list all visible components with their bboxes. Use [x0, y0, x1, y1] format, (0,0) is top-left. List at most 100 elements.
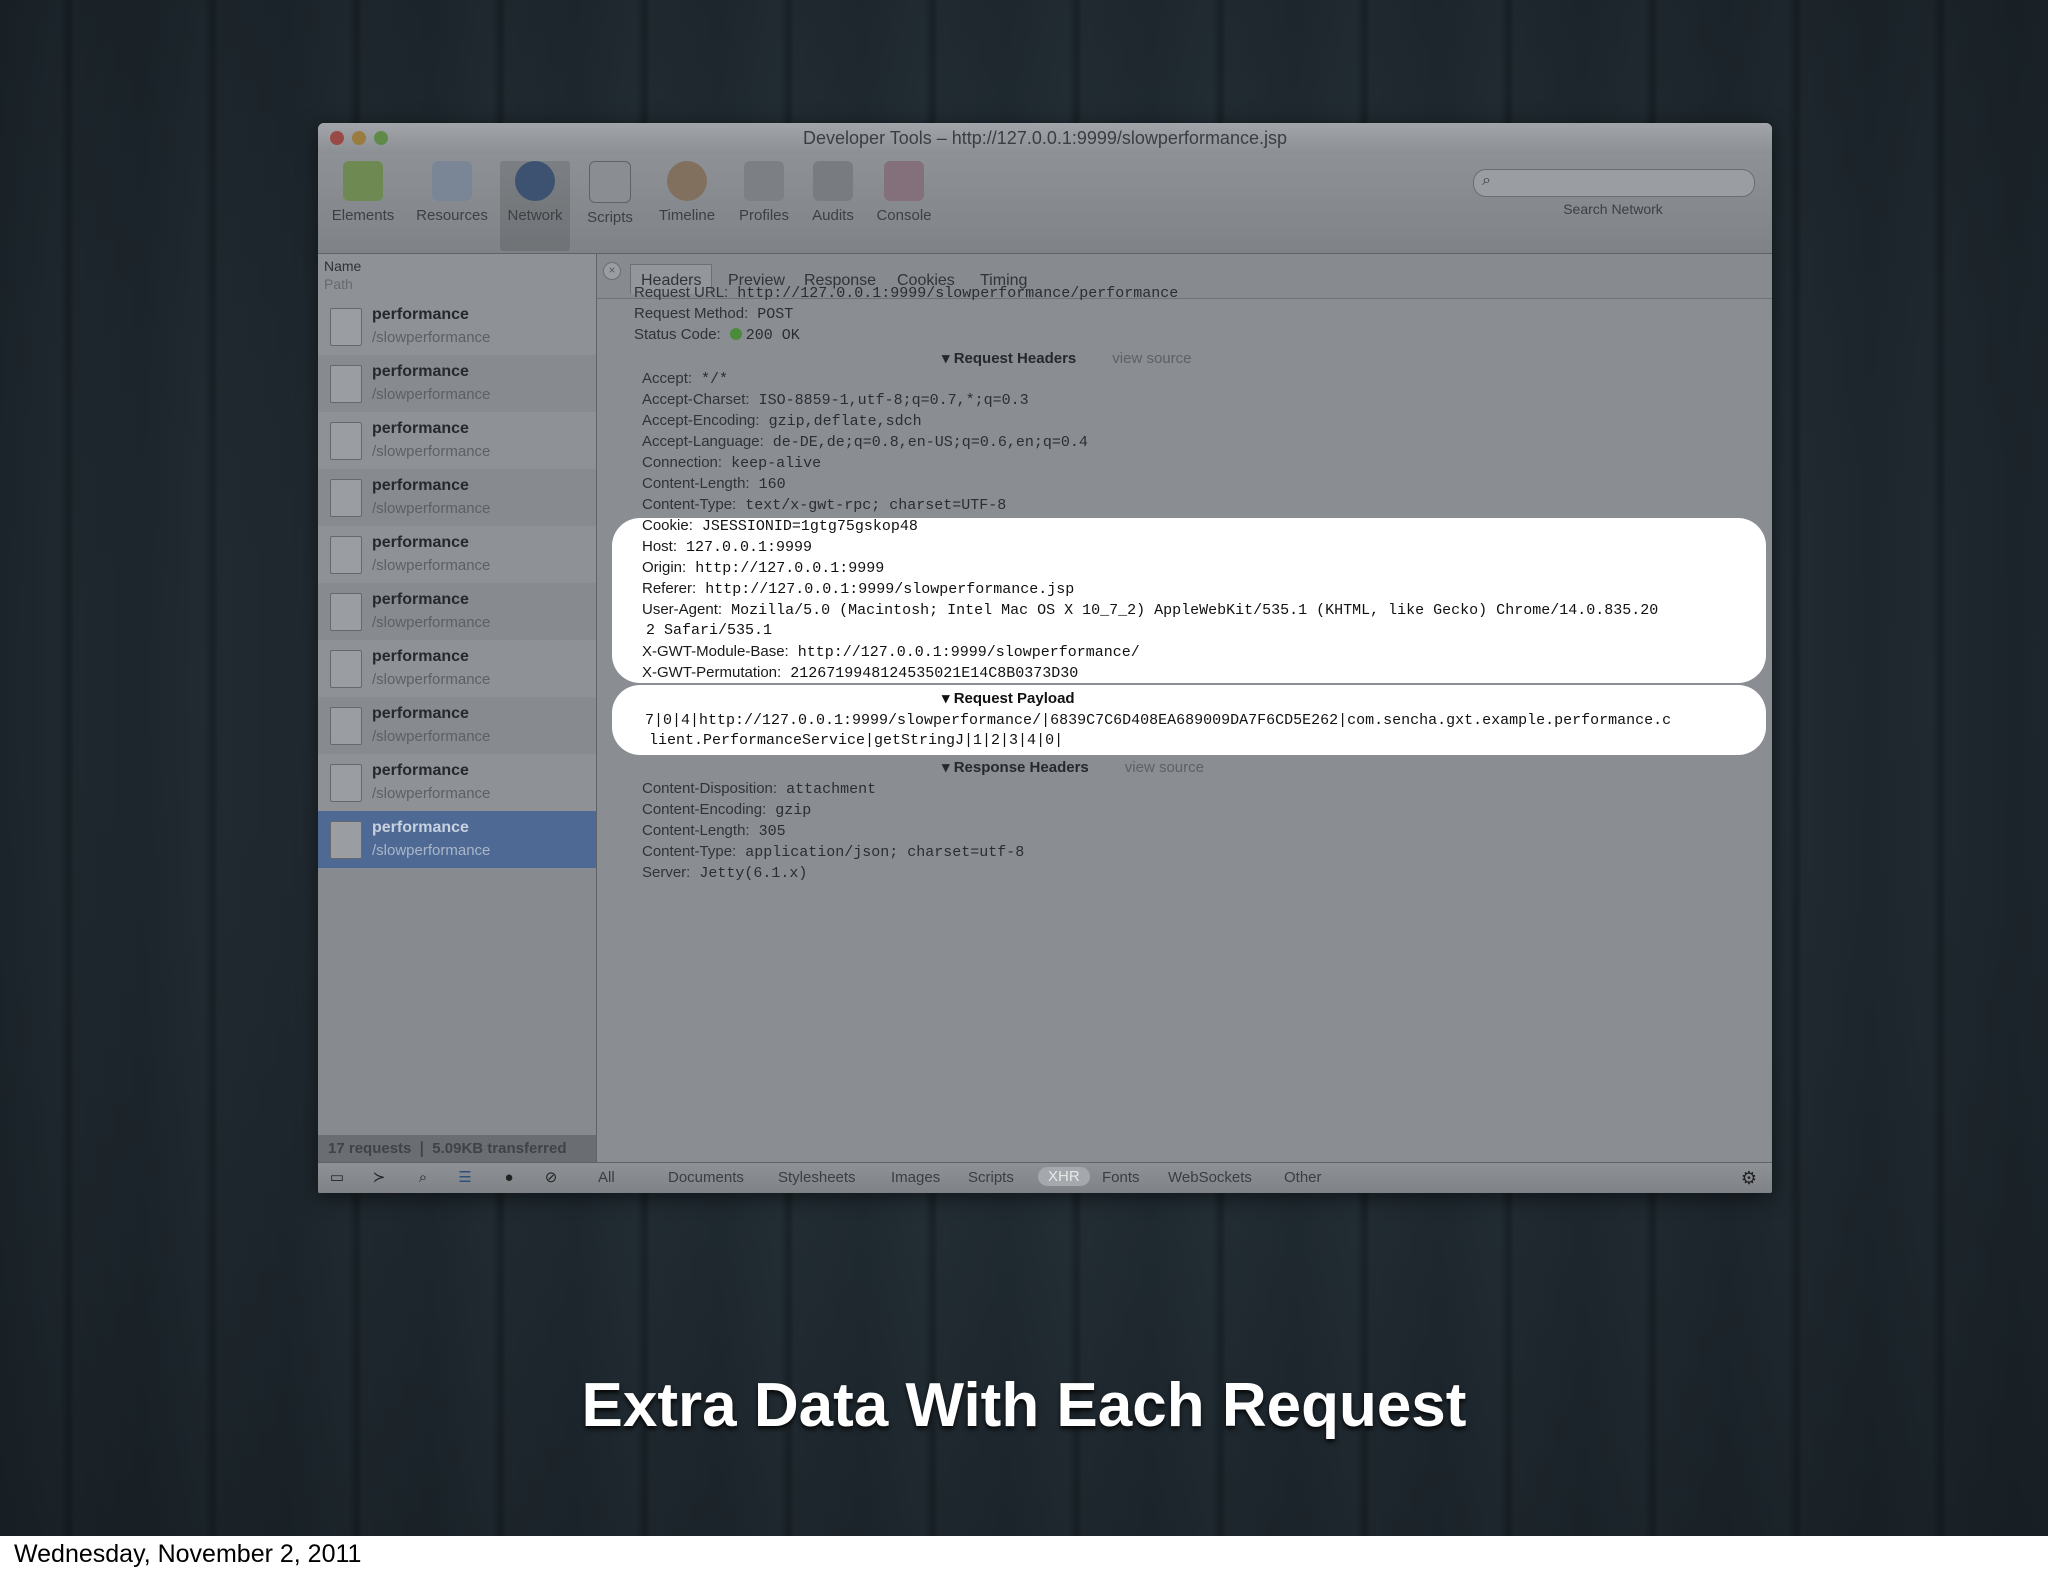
document-icon: [330, 707, 362, 745]
audits-icon: [813, 161, 853, 201]
toolbar-audits[interactable]: Audits: [804, 161, 862, 224]
toolbar: Elements Resources Network Scripts Timel…: [318, 153, 1772, 254]
header-value: http://127.0.0.1:9999: [695, 560, 885, 577]
close-detail-icon[interactable]: ×: [603, 262, 621, 280]
request-header-line: Cookie: JSESSIONID=1gtg75gskop48: [642, 517, 918, 535]
network-icon: [515, 161, 555, 201]
request-path: /slowperformance: [372, 785, 491, 802]
filter-websockets[interactable]: WebSockets: [1168, 1169, 1252, 1186]
request-row[interactable]: performance/slowperformance: [318, 526, 596, 583]
disclosure-triangle-icon[interactable]: ▾: [942, 690, 954, 707]
request-path: /slowperformance: [372, 671, 491, 688]
request-row[interactable]: performance/slowperformance: [318, 811, 596, 868]
toolbar-timeline[interactable]: Timeline: [650, 161, 724, 224]
request-name: performance: [372, 705, 469, 722]
request-header-line: 2 Safari/535.1: [646, 622, 772, 639]
elements-icon: [343, 161, 383, 201]
header-key: Content-Encoding:: [642, 801, 767, 818]
request-row[interactable]: performance/slowperformance: [318, 583, 596, 640]
header-key: X-GWT-Module-Base:: [642, 643, 789, 660]
header-key: X-GWT-Permutation:: [642, 664, 782, 681]
toolbar-profiles[interactable]: Profiles: [732, 161, 796, 224]
header-value: 127.0.0.1:9999: [686, 539, 813, 556]
dock-icon[interactable]: ▭: [328, 1169, 346, 1187]
status-code: Status Code: 200 OK: [634, 326, 800, 344]
toolbar-network[interactable]: Network: [500, 161, 570, 251]
search-network-input[interactable]: ⌕: [1473, 169, 1755, 197]
header-value: Mozilla/5.0 (Macintosh; Intel Mac OS X 1…: [731, 602, 1659, 619]
clear-icon[interactable]: ⊘: [542, 1169, 560, 1187]
header-value: 305: [758, 823, 786, 840]
toolbar-resources[interactable]: Resources: [412, 161, 492, 224]
header-value: 160: [758, 476, 786, 493]
request-name: performance: [372, 477, 469, 494]
request-name: performance: [372, 420, 469, 437]
toolbar-elements[interactable]: Elements: [328, 161, 398, 224]
request-headers-section[interactable]: ▾ Request Headers view source: [942, 349, 1191, 367]
response-header-line: Content-Length: 305: [642, 822, 786, 840]
status-ok-icon: [729, 328, 742, 340]
request-path: /slowperformance: [372, 842, 491, 859]
section-title: Response Headers: [953, 759, 1089, 776]
console-toggle-icon[interactable]: ≻: [370, 1169, 388, 1187]
document-icon: [330, 821, 362, 859]
header-value: application/json; charset=utf-8: [745, 844, 1025, 861]
filter-other[interactable]: Other: [1284, 1169, 1322, 1186]
scripts-icon: [589, 161, 631, 203]
document-icon: [330, 593, 362, 631]
request-header-line: Referer: http://127.0.0.1:9999/slowperfo…: [642, 580, 1074, 598]
header-key: Host:: [642, 538, 678, 555]
settings-gear-icon[interactable]: ⚙: [1740, 1169, 1758, 1187]
response-header-line: Content-Type: application/json; charset=…: [642, 843, 1024, 861]
disclosure-triangle-icon[interactable]: ▾: [942, 759, 954, 776]
filter-xhr[interactable]: XHR: [1038, 1167, 1090, 1186]
toolbar-console[interactable]: Console: [870, 161, 938, 224]
toolbar-scripts[interactable]: Scripts: [580, 161, 640, 226]
request-name: performance: [372, 591, 469, 608]
header-key: Accept-Charset:: [642, 391, 750, 408]
large-rows-icon[interactable]: ☰: [456, 1169, 474, 1187]
filter-scripts[interactable]: Scripts: [968, 1169, 1014, 1186]
request-row[interactable]: performance/slowperformance: [318, 298, 596, 355]
filter-stylesheets[interactable]: Stylesheets: [778, 1169, 856, 1186]
request-header-line: X-GWT-Permutation: 2126719948124535021E1…: [642, 664, 1078, 682]
request-row[interactable]: performance/slowperformance: [318, 412, 596, 469]
header-value: text/x-gwt-rpc; charset=UTF-8: [745, 497, 1007, 514]
header-key: Content-Length:: [642, 822, 750, 839]
filter-all[interactable]: All: [598, 1169, 615, 1186]
search-icon[interactable]: ⌕: [414, 1169, 432, 1187]
column-name[interactable]: Name: [324, 258, 361, 274]
filter-documents[interactable]: Documents: [668, 1169, 744, 1186]
request-row[interactable]: performance/slowperformance: [318, 640, 596, 697]
title-bar: Developer Tools – http://127.0.0.1:9999/…: [318, 123, 1772, 153]
request-row[interactable]: performance/slowperformance: [318, 469, 596, 526]
column-path[interactable]: Path: [324, 276, 353, 292]
request-row[interactable]: performance/slowperformance: [318, 754, 596, 811]
request-detail-panel: × Headers Preview Response Cookies Timin…: [597, 254, 1772, 1163]
filter-fonts[interactable]: Fonts: [1102, 1169, 1140, 1186]
record-icon[interactable]: ●: [500, 1169, 518, 1187]
header-value: 200 OK: [745, 327, 800, 344]
filter-images[interactable]: Images: [891, 1169, 940, 1186]
view-source-link[interactable]: view source: [1125, 759, 1204, 776]
search-icon: ⌕: [1482, 172, 1491, 189]
disclosure-triangle-icon[interactable]: ▾: [942, 350, 954, 367]
document-icon: [330, 764, 362, 802]
response-header-line: Content-Encoding: gzip: [642, 801, 811, 819]
header-value: attachment: [786, 781, 877, 798]
request-row[interactable]: performance/slowperformance: [318, 355, 596, 412]
response-header-line: Content-Disposition: attachment: [642, 780, 876, 798]
document-icon: [330, 650, 362, 688]
network-request-list: Name Path performance/slowperformance per…: [318, 254, 597, 1193]
request-name: performance: [372, 363, 469, 380]
request-header-line: Connection: keep-alive: [642, 454, 821, 472]
document-icon: [330, 365, 362, 403]
view-source-link[interactable]: view source: [1112, 350, 1191, 367]
console-icon: [884, 161, 924, 201]
request-payload-section[interactable]: ▾ Request Payload: [942, 689, 1075, 707]
devtools-window: Developer Tools – http://127.0.0.1:9999/…: [318, 123, 1772, 1193]
response-headers-section[interactable]: ▾ Response Headers view source: [942, 758, 1204, 776]
request-row[interactable]: performance/slowperformance: [318, 697, 596, 754]
header-key: User-Agent:: [642, 601, 723, 618]
request-name: performance: [372, 306, 469, 323]
